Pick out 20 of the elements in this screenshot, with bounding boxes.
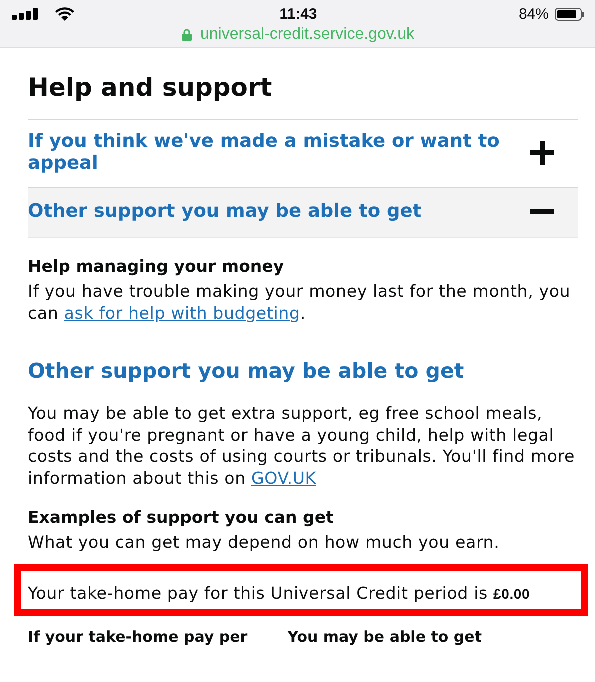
table-column-header: If your take-home pay per: [28, 628, 248, 646]
battery-percentage: 84%: [518, 6, 549, 22]
section-subheading: Help managing your money: [28, 256, 286, 277]
section-subheading: Examples of support you can get: [28, 507, 335, 528]
text-link[interactable]: GOV.UK: [252, 468, 316, 488]
signal-icon: [12, 8, 40, 20]
clock-time: 11:43: [280, 6, 318, 22]
table-column-header: You may be able to get: [288, 628, 482, 646]
body-paragraph: If you have trouble making your money last for the month, you can ask for help with budgeting.: [28, 281, 572, 324]
wifi-icon: [54, 7, 76, 21]
accordion-title[interactable]: If you think we've made a mistake or want to appeal: [28, 131, 508, 175]
body-paragraph: What you can get may depend on how much you earn.: [28, 532, 501, 554]
text-link[interactable]: ask for help with budgeting: [64, 304, 300, 322]
lock-icon: [182, 29, 192, 41]
battery-icon: [554, 8, 585, 20]
body-paragraph: You may be able to get extra support, eg free school meals, food if you're pregnant or have a young child, help with legal costs and the costs of using courts or tribunals. You'll find more information about this on GOV.UK: [28, 403, 576, 489]
take-home-pay-text: Your take-home pay for this Universal Credit period is £0.00: [28, 582, 532, 604]
plus-icon[interactable]: [530, 141, 554, 165]
section-heading: Other support you may be able to get: [28, 358, 466, 384]
page-heading: Help and support: [28, 73, 274, 103]
